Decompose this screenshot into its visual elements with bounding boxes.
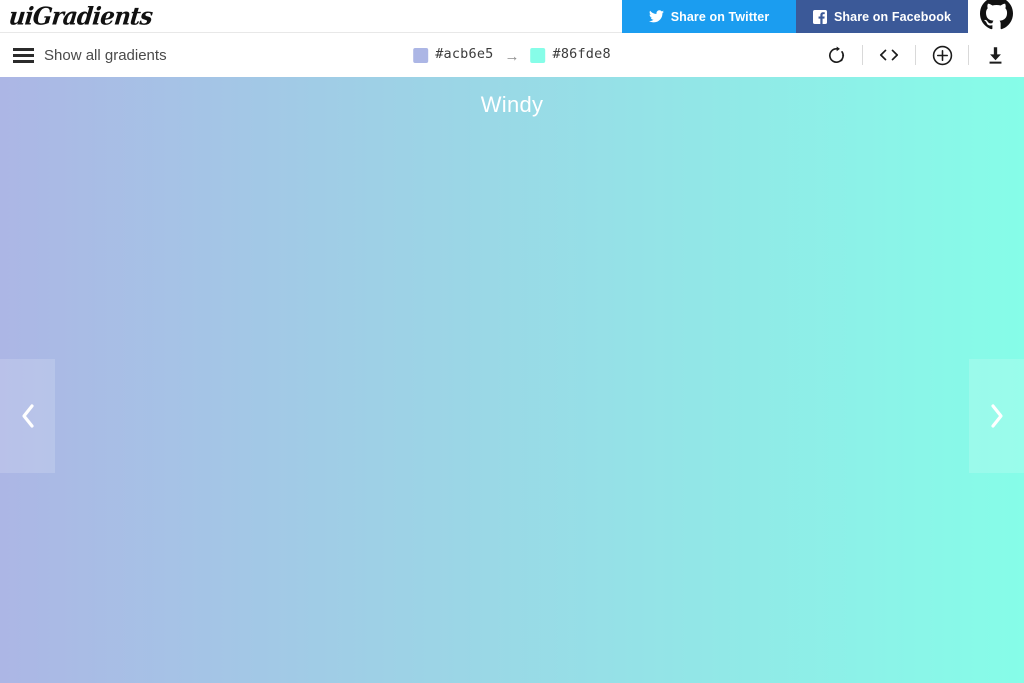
get-code-button[interactable]: [870, 35, 908, 75]
rotate-gradient-button[interactable]: [817, 35, 855, 75]
share-on-twitter-button[interactable]: Share on Twitter: [622, 0, 796, 33]
share-on-facebook-label: Share on Facebook: [833, 9, 951, 24]
gradient-name: Windy: [480, 92, 544, 117]
hamburger-menu-icon: [13, 47, 34, 63]
chevron-right-icon: [988, 402, 1006, 430]
show-all-gradients-label: Show all gradients: [44, 46, 167, 64]
download-button[interactable]: [976, 35, 1014, 75]
color-swatch-end: [530, 47, 546, 63]
color-stop-end[interactable]: #86fde8: [530, 46, 611, 63]
facebook-f-icon: [812, 9, 827, 24]
chevron-left-icon: [19, 402, 37, 430]
color-hex-start: #acb6e5: [435, 46, 494, 63]
download-icon: [985, 45, 1006, 66]
site-logo[interactable]: uiGradients: [7, 2, 153, 31]
color-hex-end: #86fde8: [552, 46, 611, 63]
rotate-gradient-icon: [827, 45, 846, 65]
toolbar-divider-3: [968, 45, 969, 65]
plus-circle-icon: [932, 45, 953, 66]
share-on-facebook-button[interactable]: Share on Facebook: [796, 0, 968, 33]
twitter-bird-icon: [648, 10, 664, 23]
gradient-color-stops: #acb6e5 → #86fde8: [413, 46, 611, 65]
toolbar-divider-1: [862, 45, 863, 65]
top-bar: uiGradients Share on Twitter Share on Fa…: [0, 0, 1024, 33]
add-gradient-button[interactable]: [923, 35, 961, 75]
color-swatch-start: [413, 47, 429, 63]
gradient-preview: [0, 77, 1024, 683]
code-icon: [878, 47, 900, 63]
github-octocat-icon: [979, 0, 1013, 30]
show-all-gradients-button[interactable]: Show all gradients: [13, 46, 167, 64]
github-link[interactable]: [968, 0, 1024, 33]
color-stop-start[interactable]: #acb6e5: [413, 46, 494, 63]
gradient-stage: Windy: [0, 77, 1024, 683]
gradient-toolbar: Show all gradients #acb6e5 → #86fde8: [0, 33, 1024, 77]
share-on-twitter-label: Share on Twitter: [670, 9, 770, 24]
share-button-group: Share on Twitter Share on Facebook: [622, 0, 1024, 33]
next-gradient-button[interactable]: [969, 359, 1024, 473]
previous-gradient-button[interactable]: [0, 359, 55, 473]
toolbar-actions: [817, 35, 1014, 75]
gradient-direction-arrow: →: [504, 47, 520, 65]
toolbar-divider-2: [915, 45, 916, 65]
